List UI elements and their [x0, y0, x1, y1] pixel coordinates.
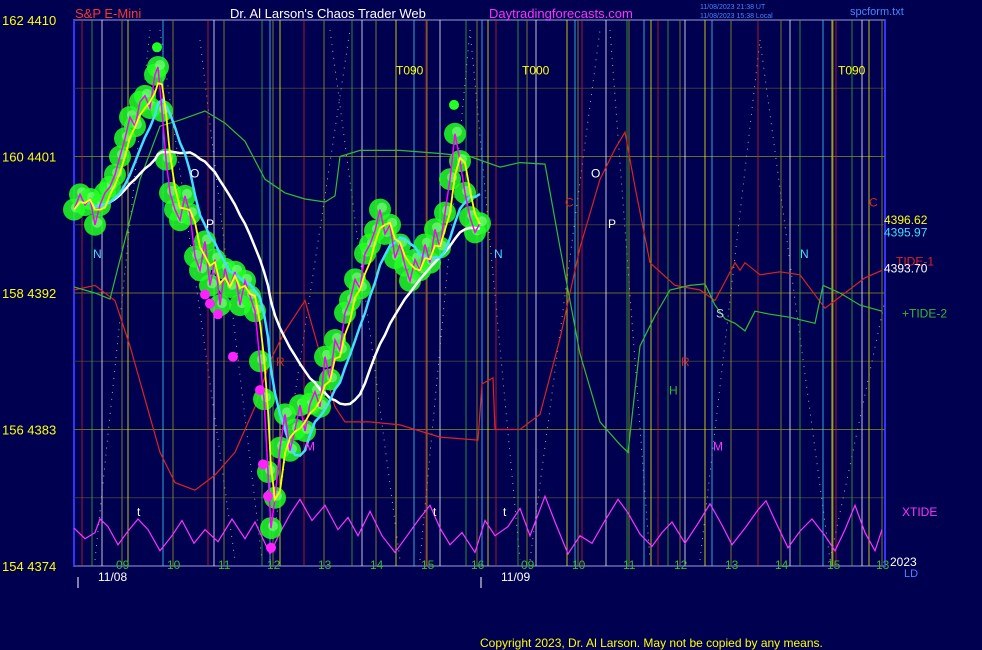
annotation-15: R — [276, 355, 285, 369]
pivot-dot-2 — [213, 309, 223, 320]
chart-title: Dr. Al Larson's Chaos Trader Web — [230, 6, 426, 21]
x-tick-label: 13 — [725, 558, 739, 572]
date-label: 11/09 — [501, 570, 530, 584]
date-label: 11/08 — [98, 570, 127, 584]
pivot-dot-high2 — [449, 99, 459, 110]
year-label: 2023 — [890, 555, 917, 569]
highlight-core-30 — [217, 298, 227, 309]
chaos-trader-chart: 162 4410 160 4401 158 4392 156 4383 154 4374… — [0, 0, 982, 650]
x-tick-label: 12 — [674, 558, 688, 572]
x-tick-label: 16 — [471, 558, 485, 572]
pivot-dot-4 — [255, 385, 265, 396]
last-value-2: 4393.70 — [884, 262, 928, 276]
series-label-1: +TIDE-2 — [902, 306, 947, 320]
annotation-9: N — [800, 247, 809, 261]
highlight-core-63 — [377, 202, 387, 213]
annotation-10: S — [716, 306, 724, 320]
x-tick-label: 13 — [318, 558, 332, 572]
highlight-core-17 — [155, 60, 165, 71]
annotation-7: N — [93, 247, 102, 261]
x-tick-label: 10 — [572, 558, 586, 572]
timestamp-local: 11/08/2023 15:38 Local — [700, 13, 773, 20]
pivot-dot-6 — [263, 491, 273, 502]
x-tick-label: 11 — [623, 558, 636, 572]
x-tick-label: 10 — [167, 558, 181, 572]
highlight-core-28 — [207, 278, 217, 289]
x-tick-label: 15 — [827, 558, 841, 572]
source-file: spcform.txt — [850, 6, 904, 18]
pivot-dot-0 — [200, 289, 210, 300]
pivot-dot-high — [152, 42, 162, 53]
corner-label: LD — [904, 568, 918, 580]
annotation-11: R — [681, 355, 690, 369]
annotation-5: C — [565, 196, 574, 210]
highlight-core-74 — [432, 222, 442, 233]
x-tick-label: 14 — [775, 558, 789, 572]
x-tick-label: 12 — [267, 558, 281, 572]
annotation-4: P — [608, 217, 616, 231]
annotation-14: M — [305, 440, 315, 454]
annotation-3: O — [591, 167, 600, 181]
pivot-dot-5 — [258, 459, 268, 470]
y-tick-label: 162 4410 — [2, 13, 56, 28]
y-tick-label: 160 4401 — [2, 150, 56, 165]
y-tick-label: 158 4392 — [2, 286, 56, 301]
highlight-core-23 — [182, 188, 192, 199]
x-tick-label: 11 — [218, 558, 231, 572]
annotation-1: T000 — [522, 64, 550, 78]
annotation-17: P — [206, 217, 214, 231]
annotation-2: T090 — [838, 64, 866, 78]
highlight-core-41 — [268, 521, 278, 532]
series-label-2: XTIDE — [902, 505, 937, 519]
pivot-dot-7 — [266, 542, 276, 553]
x-tick-label: 14 — [370, 558, 384, 572]
annotation-12: H — [669, 384, 678, 398]
copyright-text: Copyright 2023, Dr. Al Larson. May not b… — [480, 636, 823, 650]
annotation-16: O — [190, 167, 199, 181]
annotation-8: N — [494, 247, 503, 261]
pivot-dot-3 — [228, 351, 238, 362]
pivot-dot-1 — [205, 298, 215, 309]
timestamp-ut: 11/08/2023 21:38 UT — [700, 4, 766, 11]
symbol-title: S&P E-Mini — [75, 6, 141, 21]
annotation-13: M — [713, 440, 723, 454]
highlight-core-78 — [452, 126, 462, 137]
y-tick-label: 154 4374 — [2, 559, 56, 574]
highlight-core-38 — [257, 354, 267, 365]
x-tick-label: 15 — [421, 558, 435, 572]
y-tick-label: 156 4383 — [2, 423, 56, 438]
last-value-1: 4395.97 — [884, 225, 928, 239]
annotation-6: C — [869, 196, 878, 210]
annotation-0: T090 — [396, 64, 424, 78]
site-link[interactable]: Daytradingforecasts.com — [489, 6, 633, 21]
x-tick-label: 13 — [876, 558, 890, 572]
